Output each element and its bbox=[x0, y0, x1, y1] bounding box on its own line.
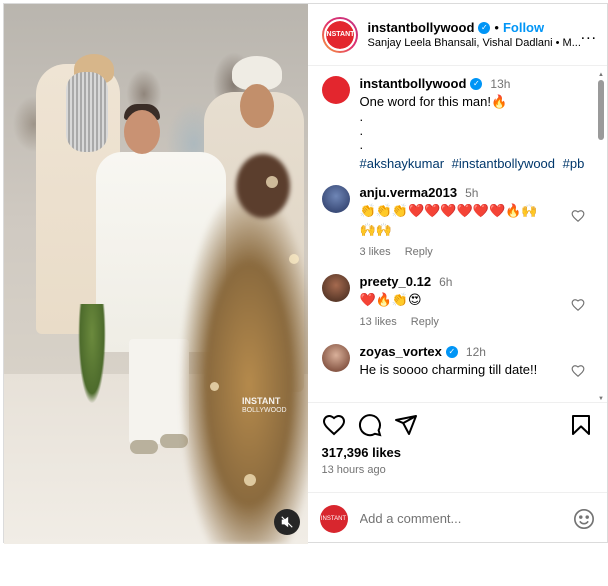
comment-text: He is soooo charming till date!! bbox=[359, 362, 538, 377]
comment-likes[interactable]: 3 likes bbox=[360, 246, 391, 258]
comment-text-continued: 🙌🙌 bbox=[359, 222, 392, 237]
comment-heart-icon[interactable] bbox=[571, 209, 585, 223]
verified-icon: ✓ bbox=[445, 345, 458, 358]
post-actions: 317,396 likes 13 hours ago bbox=[307, 402, 607, 492]
avatar-text: INSTANT bbox=[324, 31, 355, 38]
author-avatar-ring[interactable]: INSTANT bbox=[321, 16, 358, 53]
action-row bbox=[322, 413, 594, 437]
comment-head: zoyas_vortex ✓ 12h bbox=[360, 344, 594, 359]
face-right bbox=[240, 84, 274, 128]
bokeh-sparkle bbox=[266, 176, 278, 188]
add-comment-input[interactable] bbox=[359, 511, 573, 526]
comment-meta: 13 likes Reply bbox=[360, 316, 594, 328]
caption-username[interactable]: instantbollywood bbox=[360, 76, 467, 91]
reply-button[interactable]: Reply bbox=[405, 246, 433, 258]
add-comment-bar: INSTANT bbox=[307, 492, 607, 544]
mute-button[interactable] bbox=[274, 509, 300, 535]
author-avatar: INSTANT bbox=[323, 18, 356, 51]
caption-hashtags: #akshaykumar #instantbollywood #pb bbox=[360, 156, 594, 171]
comment-text: 👏👏👏❤️❤️❤️❤️❤️❤️🔥🙌 bbox=[359, 203, 538, 218]
post-media[interactable]: INSTANT BOLLYWOOD bbox=[4, 4, 308, 544]
more-options-button[interactable]: ... bbox=[581, 27, 597, 43]
emoji-icon[interactable] bbox=[573, 508, 595, 530]
like-count[interactable]: 317,396 likes bbox=[322, 445, 594, 460]
post-side-panel: INSTANT instantbollywood ✓ • Follow Sanj… bbox=[307, 4, 608, 544]
viewer-avatar-text: INSTANT bbox=[320, 515, 347, 522]
follow-button[interactable]: Follow bbox=[503, 20, 544, 35]
commenter-avatar[interactable] bbox=[321, 274, 350, 302]
comment-body: preety_0.12 6h ❤️🔥👏😍 13 likes Reply bbox=[360, 274, 594, 328]
caption-head: instantbollywood ✓ 13h bbox=[360, 76, 594, 91]
hashtag-link[interactable]: #instantbollywood bbox=[452, 156, 555, 171]
viewer-avatar: INSTANT bbox=[319, 504, 348, 533]
caption-avatar[interactable] bbox=[321, 76, 350, 104]
header-line1: instantbollywood ✓ • Follow bbox=[368, 20, 596, 35]
bokeh-sparkle bbox=[289, 254, 299, 264]
watermark-line2: BOLLYWOOD bbox=[242, 407, 287, 414]
scroll-up-arrow[interactable]: ▲ bbox=[597, 72, 605, 78]
verified-icon: ✓ bbox=[478, 21, 491, 34]
post-time-ago[interactable]: 13 hours ago bbox=[322, 464, 594, 476]
comments-list[interactable]: ▲ ▼ instantbollywood ✓ 13h One word for … bbox=[308, 66, 608, 402]
media-watermark: INSTANT BOLLYWOOD bbox=[242, 396, 287, 416]
commenter-avatar[interactable] bbox=[321, 344, 350, 372]
watermark-line1: INSTANT bbox=[242, 396, 281, 406]
reply-button[interactable]: Reply bbox=[411, 316, 439, 328]
comment-time: 5h bbox=[465, 185, 479, 200]
comment-time: 6h bbox=[439, 274, 453, 289]
comment-item: zoyas_vortex ✓ 12h He is soooo charming … bbox=[321, 344, 594, 378]
comments-scrollbar[interactable]: ▲ ▼ bbox=[597, 72, 605, 402]
caption-time: 13h bbox=[490, 76, 511, 91]
post-caption: instantbollywood ✓ 13h One word for this… bbox=[321, 76, 594, 171]
caption-body: instantbollywood ✓ 13h One word for this… bbox=[360, 76, 594, 171]
comment-heart-icon[interactable] bbox=[571, 364, 585, 378]
main-figure-face bbox=[124, 110, 160, 154]
beaded-veil bbox=[66, 72, 108, 152]
bokeh-sparkle bbox=[210, 382, 219, 391]
comment-body: zoyas_vortex ✓ 12h He is soooo charming … bbox=[360, 344, 594, 378]
comment-item: preety_0.12 6h ❤️🔥👏😍 13 likes Reply bbox=[321, 274, 594, 328]
scroll-down-arrow[interactable]: ▼ bbox=[597, 396, 605, 402]
hashtag-link[interactable]: #akshaykumar bbox=[360, 156, 445, 171]
commenter-avatar[interactable] bbox=[321, 185, 350, 213]
mute-icon bbox=[281, 516, 293, 528]
commenter-username[interactable]: preety_0.12 bbox=[360, 274, 432, 289]
leaf-garland bbox=[78, 304, 106, 404]
hashtag-link[interactable]: #pb bbox=[563, 156, 585, 171]
commenter-username[interactable]: anju.verma2013 bbox=[360, 185, 458, 200]
audio-subtitle[interactable]: Sanjay Leela Bhansali, Vishal Dadlani • … bbox=[368, 37, 596, 49]
bokeh-sparkle bbox=[244, 474, 256, 486]
comment-text: ❤️🔥👏😍 bbox=[359, 292, 422, 307]
post-header: INSTANT instantbollywood ✓ • Follow Sanj… bbox=[307, 4, 607, 66]
caption-dot: . bbox=[359, 137, 364, 152]
blurred-foreground-head bbox=[236, 154, 290, 218]
comment-item: anju.verma2013 5h 👏👏👏❤️❤️❤️❤️❤️❤️🔥🙌 🙌🙌 3… bbox=[321, 185, 594, 258]
comment-icon[interactable] bbox=[358, 413, 382, 437]
dot-separator: • bbox=[494, 20, 499, 35]
bookmark-icon[interactable] bbox=[569, 413, 593, 437]
comment-time: 12h bbox=[465, 344, 486, 359]
shoe-left bbox=[130, 440, 158, 454]
author-avatar-logo: INSTANT bbox=[324, 20, 355, 49]
comment-meta: 3 likes Reply bbox=[360, 246, 594, 258]
verified-icon: ✓ bbox=[470, 77, 483, 90]
comment-likes[interactable]: 13 likes bbox=[360, 316, 397, 328]
comment-heart-icon[interactable] bbox=[571, 298, 585, 312]
heart-icon[interactable] bbox=[322, 413, 346, 437]
comment-body: anju.verma2013 5h 👏👏👏❤️❤️❤️❤️❤️❤️🔥🙌 🙌🙌 3… bbox=[360, 185, 594, 258]
author-username[interactable]: instantbollywood bbox=[368, 20, 475, 35]
scroll-thumb[interactable] bbox=[598, 80, 604, 140]
commenter-username[interactable]: zoyas_vortex bbox=[360, 344, 442, 359]
header-text: instantbollywood ✓ • Follow Sanjay Leela… bbox=[368, 20, 596, 49]
caption-dot: . bbox=[359, 109, 364, 124]
share-icon[interactable] bbox=[394, 413, 418, 437]
more-icon: ... bbox=[580, 26, 597, 43]
caption-dot: . bbox=[359, 123, 364, 138]
caption-text: One word for this man!🔥 bbox=[359, 94, 508, 109]
comment-head: anju.verma2013 5h bbox=[360, 185, 594, 200]
post-modal: INSTANT BOLLYWOOD INSTANT instantbollywo… bbox=[3, 3, 608, 544]
comment-head: preety_0.12 6h bbox=[360, 274, 594, 289]
